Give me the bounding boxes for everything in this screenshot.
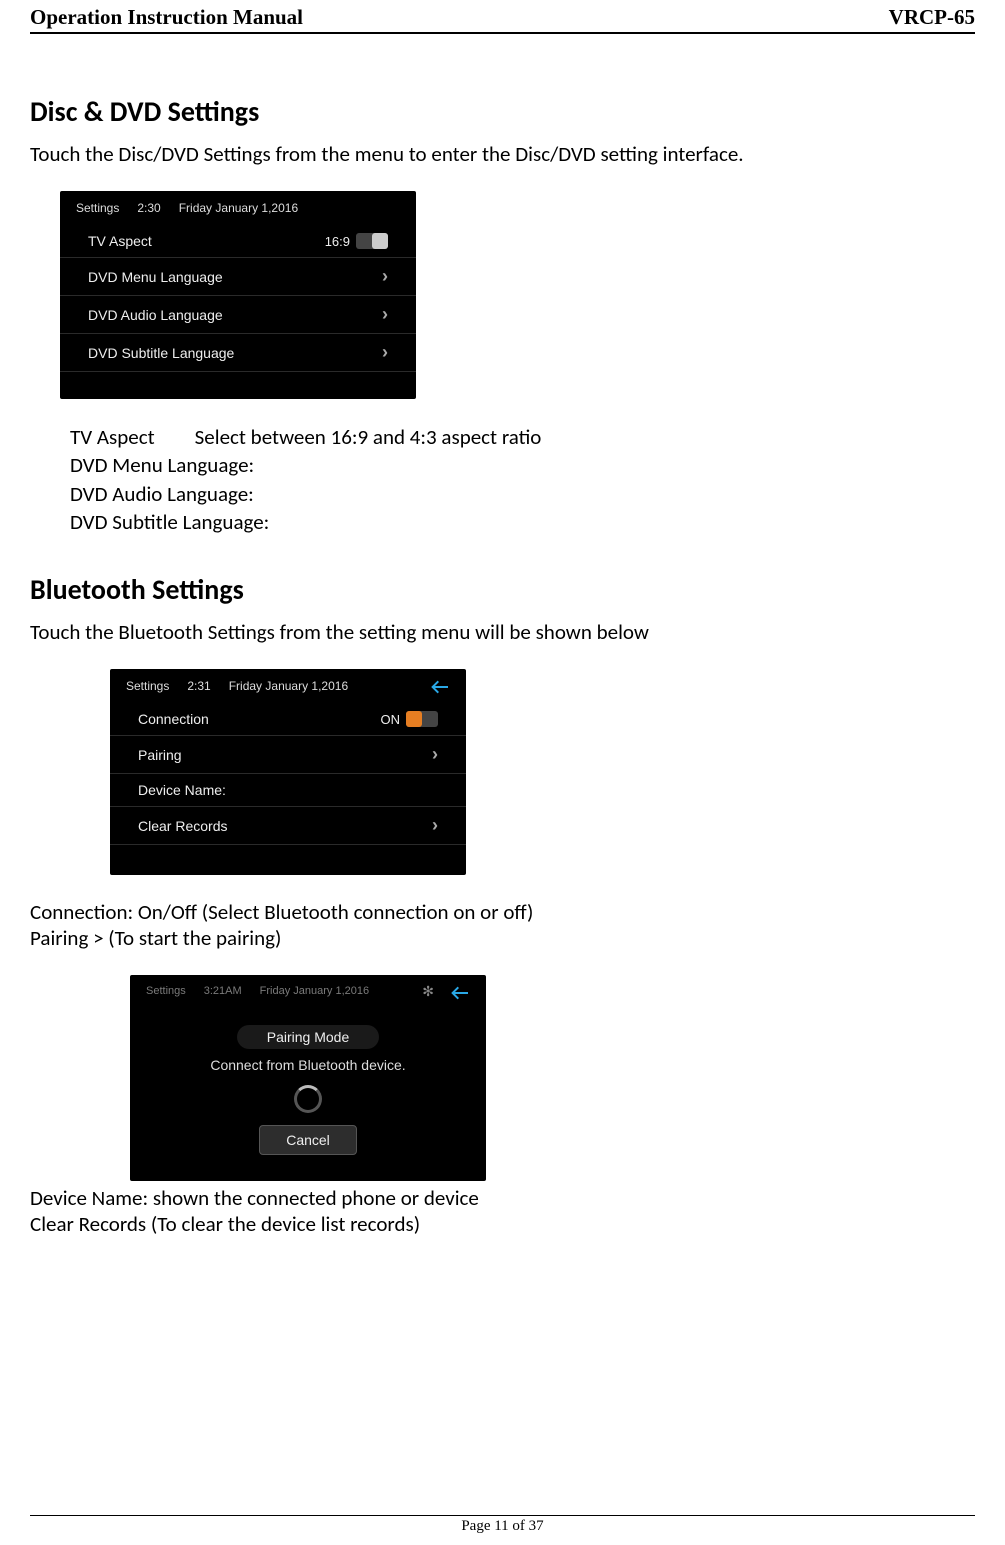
row-tv-aspect[interactable]: TV Aspect 16:9 xyxy=(60,225,416,258)
ss-app: Settings xyxy=(146,985,186,997)
ss-date: Friday January 1,2016 xyxy=(179,201,298,215)
row-label: DVD Audio Language xyxy=(88,307,223,323)
row-label: DVD Menu Language xyxy=(88,269,223,285)
connection-toggle[interactable]: ON xyxy=(381,711,439,727)
toggle-icon xyxy=(356,233,388,249)
pairing-message: Connect from Bluetooth device. xyxy=(210,1057,405,1073)
row-label: Pairing xyxy=(138,747,182,763)
ss-app: Settings xyxy=(126,679,169,693)
connection-desc: Connection: On/Off (Select Bluetooth con… xyxy=(30,899,975,925)
row-label: Clear Records xyxy=(138,818,227,834)
dvd-audio-language-label: DVD Audio Language: xyxy=(70,480,975,508)
pairing-mode-title: Pairing Mode xyxy=(237,1025,380,1049)
dvd-menu-language-label: DVD Menu Language: xyxy=(70,451,975,479)
ss-date: Friday January 1,2016 xyxy=(229,679,348,693)
section-bluetooth-intro: Touch the Bluetooth Settings from the se… xyxy=(30,619,975,645)
chevron-right-icon: › xyxy=(382,304,388,325)
pairing-dialog: Pairing Mode Connect from Bluetooth devi… xyxy=(130,1007,486,1165)
ss-time: 2:31 xyxy=(187,679,210,693)
ss-date: Friday January 1,2016 xyxy=(260,985,369,997)
row-connection[interactable]: Connection ON xyxy=(110,703,466,736)
screenshot-disc-settings: Settings 2:30 Friday January 1,2016 TV A… xyxy=(60,191,416,399)
ss-time: 2:30 xyxy=(137,201,160,215)
row-pairing[interactable]: Pairing › xyxy=(110,736,466,774)
row-clear-records[interactable]: Clear Records › xyxy=(110,807,466,845)
page-footer: Page 11 of 37 xyxy=(30,1515,975,1535)
section-disc-intro: Touch the Disc/DVD Settings from the men… xyxy=(30,141,975,167)
chevron-right-icon: › xyxy=(382,266,388,287)
row-dvd-menu-lang[interactable]: DVD Menu Language › xyxy=(60,258,416,296)
row-dvd-subtitle-lang[interactable]: DVD Subtitle Language › xyxy=(60,334,416,372)
row-device-name[interactable]: Device Name: xyxy=(110,774,466,807)
row-dvd-audio-lang[interactable]: DVD Audio Language › xyxy=(60,296,416,334)
page-header: Operation Instruction Manual VRCP-65 xyxy=(30,5,975,34)
chevron-right-icon: › xyxy=(382,342,388,363)
tv-aspect-value[interactable]: 16:9 xyxy=(325,233,388,249)
dvd-subtitle-language-label: DVD Subtitle Language: xyxy=(70,508,975,536)
row-label: Connection xyxy=(138,711,209,727)
tv-aspect-desc: Select between 16:9 and 4:3 aspect ratio xyxy=(195,423,542,451)
section-disc-title: Disc & DVD Settings xyxy=(30,94,975,129)
screenshot-pairing-mode: Settings 3:21AM Friday January 1,2016 ✻ … xyxy=(130,975,486,1181)
row-label: TV Aspect xyxy=(88,233,152,249)
row-label: Device Name: xyxy=(138,782,226,798)
screenshot-header: Settings 3:21AM Friday January 1,2016 ✻ xyxy=(130,975,486,1007)
toggle-on-icon xyxy=(406,711,438,727)
section-bluetooth-title: Bluetooth Settings xyxy=(30,572,975,607)
bluetooth-icon: ✻ xyxy=(422,983,434,1000)
screenshot-header: Settings 2:31 Friday January 1,2016 xyxy=(110,669,466,703)
chevron-right-icon: › xyxy=(432,815,438,836)
header-left: Operation Instruction Manual xyxy=(30,5,303,30)
row-label: DVD Subtitle Language xyxy=(88,345,234,361)
ss-app: Settings xyxy=(76,201,119,215)
back-arrow-icon[interactable] xyxy=(426,673,454,701)
chevron-right-icon: › xyxy=(432,744,438,765)
spinner-icon xyxy=(294,1085,322,1113)
device-name-desc: Device Name: shown the connected phone o… xyxy=(30,1185,975,1211)
page-number: Page 11 of 37 xyxy=(461,1518,543,1534)
clear-records-desc: Clear Records (To clear the device list … xyxy=(30,1211,975,1237)
cancel-button[interactable]: Cancel xyxy=(259,1125,357,1155)
back-arrow-icon[interactable] xyxy=(446,979,474,1007)
header-right: VRCP-65 xyxy=(889,5,975,30)
ss-time: 3:21AM xyxy=(204,985,242,997)
disc-settings-descriptions: TV Aspect Select between 16:9 and 4:3 as… xyxy=(70,423,975,536)
screenshot-bluetooth-settings: Settings 2:31 Friday January 1,2016 Conn… xyxy=(110,669,466,875)
tv-aspect-label: TV Aspect xyxy=(70,423,155,451)
screenshot-header: Settings 2:30 Friday January 1,2016 xyxy=(60,191,416,225)
pairing-desc: Pairing > (To start the pairing) xyxy=(30,925,975,951)
